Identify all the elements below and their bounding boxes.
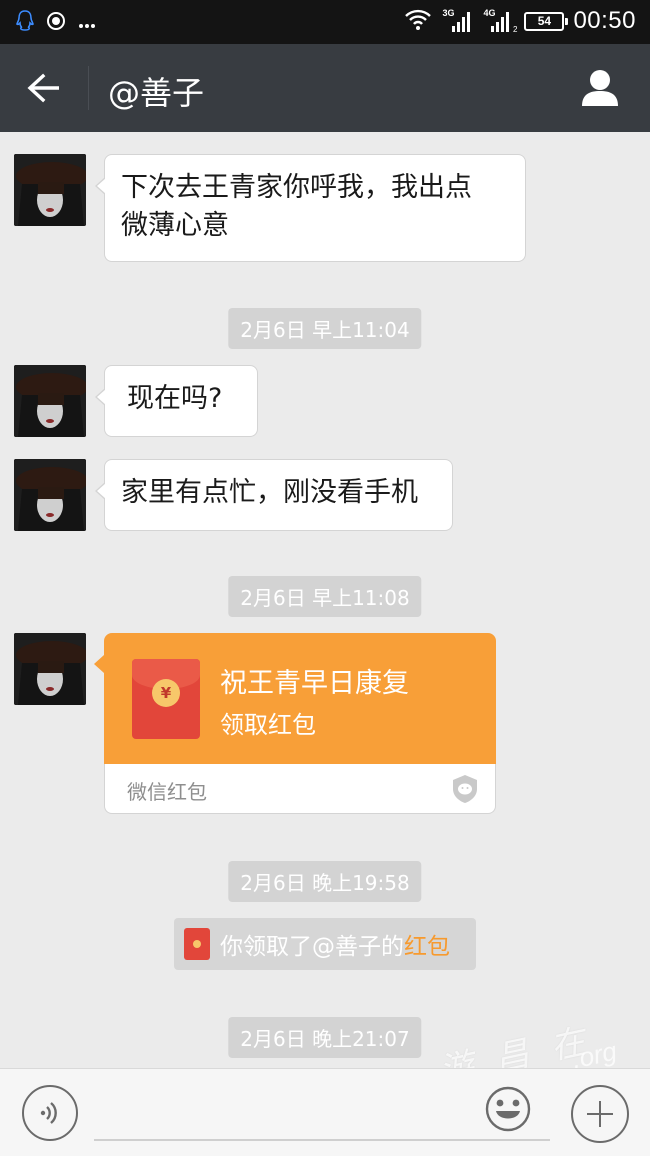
notice-text: 你领取了@善子的红包 — [220, 927, 450, 961]
timestamp: 2月6日 早上11:04 — [228, 308, 422, 349]
red-packet-received-notice: 你领取了@善子的红包 — [174, 918, 476, 970]
message-text-line-1: 下次去王青家你呼我，我出点 — [121, 172, 472, 203]
header-divider — [88, 66, 89, 110]
notice-prefix: 你领取了@善子的 — [220, 934, 404, 960]
wechat-pay-shield-icon — [453, 775, 477, 803]
record-icon — [46, 11, 66, 35]
timestamp: 2月6日 晚上21:07 — [228, 1017, 422, 1058]
more-notifications-icon — [78, 14, 96, 33]
red-packet-title: 祝王青早日康复 — [220, 668, 409, 699]
red-packet-footer: 微信红包 — [104, 764, 496, 814]
status-left-icons — [16, 10, 96, 36]
signal-3g-icon: 3G — [442, 8, 474, 34]
contact-avatar[interactable] — [14, 154, 86, 226]
battery-level: 54 — [537, 14, 552, 28]
emoji-button[interactable] — [484, 1085, 532, 1133]
back-button[interactable] — [24, 68, 64, 108]
message-text: 现在吗? — [127, 383, 223, 414]
smiley-icon — [485, 1086, 531, 1132]
yuan-coin-icon: ¥ — [152, 679, 180, 707]
status-bar: 3G 4G 2 54 00:50 — [0, 0, 650, 44]
red-envelope-small-icon — [184, 928, 210, 960]
contact-avatar[interactable] — [14, 633, 86, 705]
qq-icon — [16, 10, 34, 36]
message-bubble[interactable]: 现在吗? — [95, 365, 258, 437]
battery-icon: 54 — [524, 11, 569, 31]
timestamp: 2月6日 早上11:08 — [228, 576, 422, 617]
input-bar — [0, 1068, 650, 1156]
message-bubble[interactable]: 下次去王青家你呼我，我出点 微薄心意 — [95, 154, 526, 262]
contact-avatar[interactable] — [14, 459, 86, 531]
chat-title: @善子 — [108, 74, 205, 112]
person-icon — [582, 70, 618, 106]
message-text-line-2: 微薄心意 — [121, 210, 229, 241]
input-underline — [94, 1139, 550, 1141]
arrow-left-icon — [27, 73, 59, 103]
voice-icon — [40, 1102, 57, 1124]
red-envelope-icon: ¥ — [132, 659, 200, 739]
voice-input-button[interactable] — [22, 1085, 78, 1141]
status-time: 00:50 — [573, 7, 636, 34]
timestamp: 2月6日 晚上19:58 — [228, 861, 422, 902]
contact-avatar[interactable] — [14, 365, 86, 437]
red-packet-link[interactable]: 红包 — [404, 934, 450, 960]
message-text: 家里有点忙，刚没看手机 — [121, 477, 418, 508]
chat-header: @善子 — [0, 44, 650, 132]
red-packet-header: ¥ 祝王青早日康复 领取红包 — [104, 633, 496, 764]
more-options-button[interactable] — [571, 1085, 629, 1143]
network-sub-label: 2 — [512, 25, 518, 34]
red-packet-card[interactable]: ¥ 祝王青早日康复 领取红包 微信红包 — [94, 633, 496, 814]
signal-4g-icon: 4G 2 — [483, 8, 518, 34]
wifi-icon — [403, 7, 433, 35]
red-packet-action: 领取红包 — [220, 711, 316, 739]
message-bubble[interactable]: 家里有点忙，刚没看手机 — [95, 459, 453, 531]
status-right-icons: 3G 4G 2 54 00:50 — [403, 7, 636, 35]
profile-button[interactable] — [578, 66, 622, 110]
red-packet-footer-label: 微信红包 — [127, 780, 207, 804]
message-input[interactable] — [94, 1087, 474, 1137]
